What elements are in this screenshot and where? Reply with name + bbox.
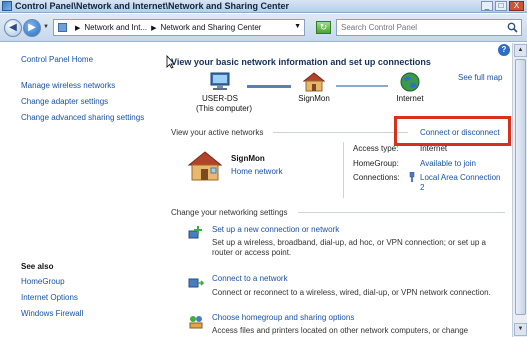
forward-arrow-icon[interactable]: ▶ <box>23 19 41 37</box>
divider <box>343 142 344 198</box>
local-area-connection-link[interactable]: Local Area Connection <box>420 173 501 182</box>
homegroup-sharing-description: Access files and printers located on oth… <box>212 326 469 335</box>
globe-icon <box>400 72 420 92</box>
scroll-down-arrow-icon[interactable]: ▼ <box>514 323 527 336</box>
breadcrumb-separator-icon[interactable]: ▶ <box>151 24 156 32</box>
map-node-network[interactable]: SignMon <box>292 72 336 104</box>
setup-new-connection-link[interactable]: Set up a new connection or network <box>212 225 339 234</box>
refresh-icon[interactable]: ↻ <box>316 21 331 34</box>
divider <box>273 132 408 133</box>
home-network-icon <box>187 151 223 181</box>
change-settings-header: Change your networking settings <box>171 208 288 217</box>
map-node-internet[interactable]: Internet <box>388 72 432 104</box>
see-full-map-link[interactable]: See full map <box>458 73 502 82</box>
ethernet-icon <box>409 172 415 182</box>
setup-new-connection-description: Set up a wireless, broadband, dial-up, a… <box>212 238 486 257</box>
address-bar: ◀ ▶ ▼ ▶ Network and Int... ▶ Network and… <box>0 14 527 42</box>
homegroup-sharing-options-link[interactable]: Choose homegroup and sharing options <box>212 313 354 322</box>
access-type-label: Access type: <box>353 144 399 153</box>
sidebar: Control Panel Home Manage wireless netwo… <box>0 43 163 337</box>
homegroup-sharing-icon <box>189 316 203 329</box>
scrollbar-thumb[interactable] <box>515 59 526 315</box>
see-also-header: See also <box>21 262 54 271</box>
node-name: Internet <box>396 94 424 103</box>
breadcrumb[interactable]: ▶ Network and Int... ▶ Network and Shari… <box>53 19 305 36</box>
connect-to-network-link[interactable]: Connect to a network <box>212 274 288 283</box>
home-network-icon <box>302 72 326 92</box>
homegroup-label: HomeGroup: <box>353 159 399 168</box>
page-title: View your basic network information and … <box>171 57 431 67</box>
address-dropdown-icon[interactable]: ▼ <box>294 23 301 30</box>
connect-to-network-description: Connect or reconnect to a wireless, wire… <box>212 288 491 297</box>
search-box[interactable] <box>336 19 522 36</box>
back-arrow-icon[interactable]: ◀ <box>4 19 22 37</box>
window-title: Control Panel\Network and Internet\Netwo… <box>15 1 290 11</box>
homegroup-link[interactable]: HomeGroup <box>21 277 65 286</box>
network-folder-icon <box>58 23 67 32</box>
node-name: SignMon <box>298 94 330 103</box>
breadcrumb-separator-icon[interactable]: ▶ <box>75 24 80 32</box>
windows-firewall-link[interactable]: Windows Firewall <box>21 309 83 318</box>
network-type-link[interactable]: Home network <box>231 167 283 176</box>
new-connection-icon <box>188 226 202 239</box>
breadcrumb-network-and-internet[interactable]: Network and Int... <box>84 23 147 32</box>
connections-label: Connections: <box>353 173 400 182</box>
computer-icon <box>210 72 230 90</box>
help-icon[interactable]: ? <box>498 44 510 56</box>
network-name: SignMon <box>231 154 265 163</box>
active-networks-header: View your active networks <box>171 128 264 137</box>
divider <box>298 212 505 213</box>
change-advanced-sharing-link[interactable]: Change advanced sharing settings <box>21 113 144 122</box>
internet-options-link[interactable]: Internet Options <box>21 293 78 302</box>
maximize-button[interactable]: □ <box>495 1 507 11</box>
map-connection-line <box>247 85 291 88</box>
manage-wireless-networks-link[interactable]: Manage wireless networks <box>21 81 115 90</box>
highlight-box <box>394 116 511 146</box>
change-adapter-settings-link[interactable]: Change adapter settings <box>21 97 108 106</box>
window-controls: _ □ X <box>481 1 524 11</box>
vertical-scrollbar[interactable]: ▲ ▼ <box>512 43 527 337</box>
minimize-button[interactable]: _ <box>481 1 493 11</box>
search-icon[interactable] <box>507 22 518 33</box>
close-button[interactable]: X <box>509 1 524 11</box>
title-bar: Control Panel\Network and Internet\Netwo… <box>0 0 527 13</box>
search-input[interactable] <box>341 23 501 32</box>
homegroup-value-link[interactable]: Available to join <box>420 159 476 168</box>
map-connection-line <box>336 85 388 87</box>
local-area-connection-number[interactable]: 2 <box>420 183 424 192</box>
access-type-value: Internet <box>420 144 448 153</box>
control-panel-icon <box>2 1 12 11</box>
map-node-computer[interactable]: USER-DS (This computer) <box>196 72 253 114</box>
connect-network-icon <box>188 278 204 288</box>
control-panel-home-link[interactable]: Control Panel Home <box>21 55 93 64</box>
breadcrumb-network-sharing-center[interactable]: Network and Sharing Center <box>160 23 261 32</box>
node-name: USER-DS <box>201 94 238 103</box>
history-dropdown-icon[interactable]: ▼ <box>43 24 49 30</box>
scroll-up-arrow-icon[interactable]: ▲ <box>514 44 527 57</box>
node-subtitle: (This computer) <box>196 104 253 113</box>
